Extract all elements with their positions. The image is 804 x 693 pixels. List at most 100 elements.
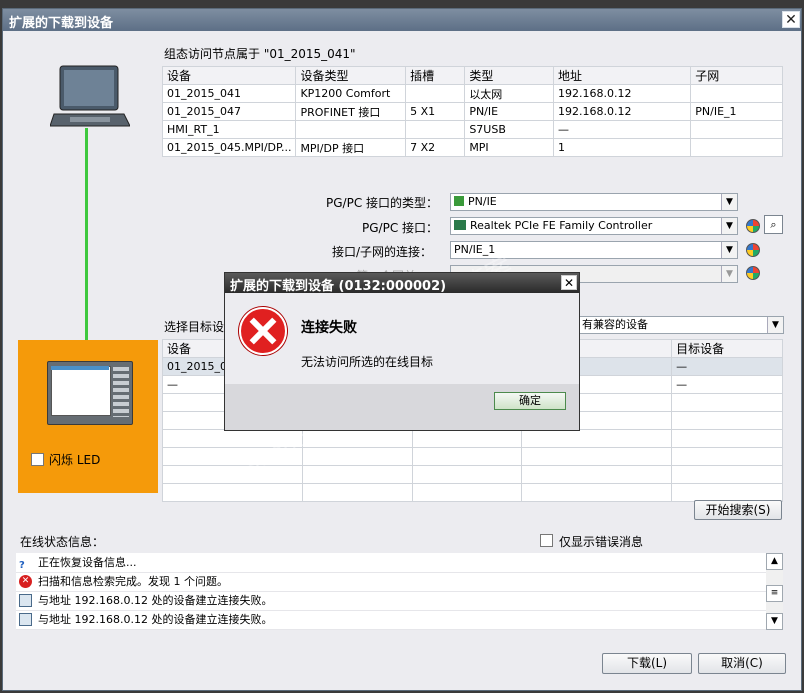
status-message-list: ? 正在恢复设备信息... ✕ 扫描和信息检索完成。发现 1 个问题。 与地址 … [16, 553, 766, 630]
diagnostics-icon[interactable] [746, 243, 760, 257]
table-cell: 01_2015_045.MPI/DP... [161, 138, 297, 157]
scroll-thumb[interactable]: ≡ [766, 585, 783, 602]
dialog-heading: 连接失败 [301, 320, 357, 336]
dialog-message: 无法访问所选的在线目标 [301, 355, 434, 369]
access-nodes-caption: 组态访问节点属于 "01_2015_041" [164, 47, 356, 61]
table-cell: 7 X2 [405, 138, 466, 157]
table-cell: 01_2015_041 [161, 84, 297, 103]
table-row[interactable]: HMI_RT_1 S7USB — [161, 120, 783, 139]
table-cell: MPI [464, 138, 554, 157]
online-status-label: 在线状态信息： [20, 535, 105, 549]
column-header: 子网 [690, 66, 783, 85]
list-item[interactable]: ✕ 扫描和信息检索完成。发现 1 个问题。 [16, 572, 766, 592]
table-cell: — [552, 120, 692, 139]
error-icon: ✕ [19, 575, 32, 588]
status-scrollbar[interactable]: ▲ ≡ ▼ [766, 553, 783, 630]
list-item[interactable]: ? 正在恢复设备信息... [16, 553, 766, 573]
network-connection-line [85, 128, 88, 340]
scroll-down-icon[interactable]: ▼ [766, 613, 783, 630]
pgpc-interface-select[interactable]: Realtek PCIe FE Family Controller ▼ [450, 217, 738, 235]
select-target-label: 选择目标设 [164, 320, 225, 334]
table-cell: HMI_RT_1 [161, 120, 297, 139]
table-row[interactable]: 01_2015_045.MPI/DP... MPI/DP 接口 7 X2 MPI… [161, 138, 783, 157]
download-button[interactable]: 下载(L) [602, 653, 692, 674]
pc-computer-icon [50, 65, 130, 127]
chevron-down-icon[interactable]: ▼ [767, 317, 783, 333]
pgpc-type-label: PG/PC 接口的类型： [326, 196, 439, 210]
table-row [162, 483, 783, 502]
chevron-down-icon[interactable]: ▼ [721, 218, 737, 234]
network-card-icon [454, 220, 466, 230]
errors-only-label: 仅显示错误消息 [559, 535, 644, 549]
table-row [162, 447, 783, 466]
table-cell: 5 X1 [405, 102, 466, 121]
error-icon [239, 307, 287, 355]
table-cell: PN/IE [464, 102, 554, 121]
searching-icon: ? [19, 560, 25, 571]
errors-only-checkbox[interactable] [540, 534, 553, 547]
table-row[interactable]: 01_2015_041 KP1200 Comfort 以太网 192.168.0… [161, 84, 783, 103]
scroll-up-icon[interactable]: ▲ [766, 553, 783, 570]
table-cell: S7USB [464, 120, 554, 139]
pgpc-type-value: PN/IE [468, 195, 497, 208]
chevron-down-icon[interactable]: ▼ [721, 194, 737, 210]
column-header: 目标设备 [671, 339, 783, 358]
pgpc-type-select[interactable]: PN/IE ▼ [450, 193, 738, 211]
target-filter-select[interactable]: 有兼容的设备 ▼ [578, 316, 784, 334]
table-cell: — [671, 357, 783, 376]
table-cell: 192.168.0.12 [552, 84, 692, 103]
table-cell [405, 84, 466, 103]
window-close-button[interactable]: ✕ [782, 11, 800, 28]
column-header: 地址 [552, 66, 692, 85]
table-cell [405, 120, 466, 139]
table-row [162, 429, 783, 448]
subnet-connection-label: 接口/子网的连接： [332, 245, 433, 259]
target-filter-value: 有兼容的设备 [582, 318, 648, 331]
chevron-down-icon[interactable]: ▼ [721, 266, 737, 282]
table-header-row: 设备 设备类型 插槽 类型 地址 子网 [161, 66, 783, 85]
status-message-text: 正在恢复设备信息... [38, 556, 137, 569]
dialog-title: 扩展的下载到设备 (0132:000002) [230, 279, 447, 294]
access-nodes-table: 设备 设备类型 插槽 类型 地址 子网 01_2015_041 KP1200 C… [161, 66, 783, 157]
table-cell: MPI/DP 接口 [295, 138, 407, 157]
window-title: 扩展的下载到设备 [9, 16, 114, 31]
table-cell [295, 120, 407, 139]
table-cell: 01_2015_047 [161, 102, 297, 121]
list-item[interactable]: 与地址 192.168.0.12 处的设备建立连接失败。 [16, 591, 766, 611]
table-cell: 192.168.0.12 [552, 102, 692, 121]
ok-button[interactable]: 确定 [494, 392, 566, 410]
status-message-text: 扫描和信息检索完成。发现 1 个问题。 [38, 575, 228, 588]
subnet-connection-value: PN/IE_1 [454, 243, 496, 256]
window-titlebar: 扩展的下载到设备 ✕ [3, 9, 801, 31]
pn-ie-icon [454, 196, 464, 206]
pgpc-interface-label: PG/PC 接口： [362, 221, 439, 235]
status-message-text: 与地址 192.168.0.12 处的设备建立连接失败。 [38, 594, 273, 607]
network-error-icon [19, 613, 32, 626]
table-cell [690, 120, 783, 139]
column-header: 插槽 [405, 66, 466, 85]
table-cell: 1 [552, 138, 692, 157]
table-cell: KP1200 Comfort [295, 84, 407, 103]
table-row [162, 465, 783, 484]
flash-led-checkbox[interactable] [31, 453, 44, 466]
status-message-text: 与地址 192.168.0.12 处的设备建立连接失败。 [38, 613, 273, 626]
chevron-down-icon[interactable]: ▼ [721, 242, 737, 258]
list-item[interactable]: 与地址 192.168.0.12 处的设备建立连接失败。 [16, 610, 766, 630]
hmi-device-icon [47, 361, 133, 425]
network-error-icon [19, 594, 32, 607]
start-search-button[interactable]: 开始搜索(S) [694, 500, 782, 520]
search-icon[interactable]: ⌕ [764, 215, 783, 234]
table-cell: 以太网 [464, 84, 554, 103]
column-header: 设备类型 [295, 66, 407, 85]
table-row[interactable]: 01_2015_047 PROFINET 接口 5 X1 PN/IE 192.1… [161, 102, 783, 121]
table-cell: PN/IE_1 [690, 102, 783, 121]
dialog-close-button[interactable]: ✕ [561, 275, 577, 290]
table-cell: — [671, 375, 783, 394]
table-cell: PROFINET 接口 [295, 102, 407, 121]
cancel-button[interactable]: 取消(C) [698, 653, 786, 674]
pgpc-interface-value: Realtek PCIe FE Family Controller [470, 219, 653, 232]
subnet-connection-select[interactable]: PN/IE_1 ▼ [450, 241, 738, 259]
diagnostics-icon[interactable] [746, 219, 760, 233]
diagnostics-icon[interactable] [746, 266, 760, 280]
column-header: 设备 [161, 66, 297, 85]
